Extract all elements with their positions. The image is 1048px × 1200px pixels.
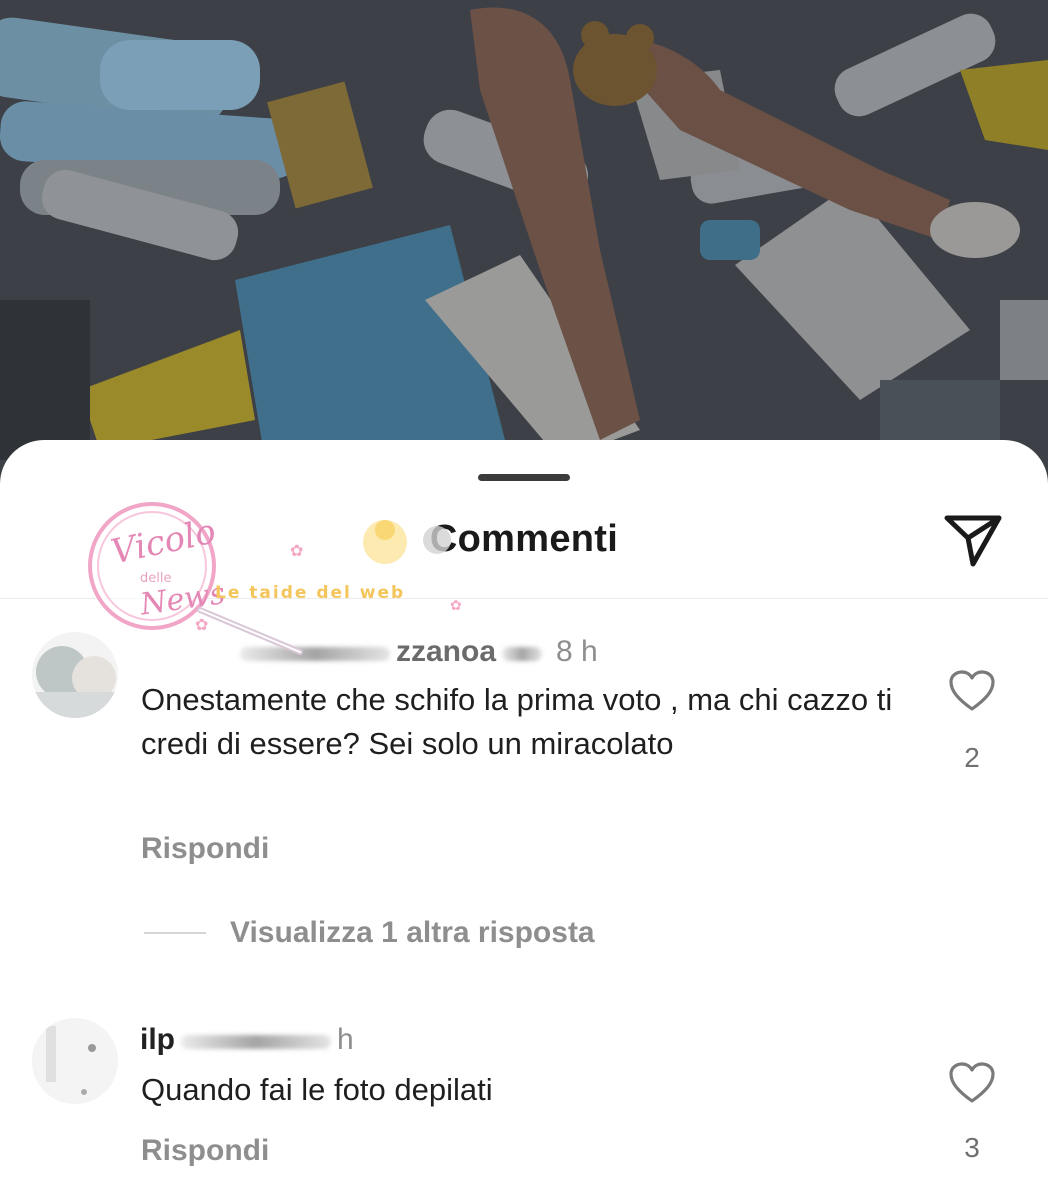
post-image	[0, 0, 1048, 500]
like-button[interactable]	[946, 1060, 998, 1106]
view-replies-button[interactable]: Visualizza 1 altra risposta	[144, 916, 595, 950]
like-count: 2	[964, 742, 980, 773]
like-button[interactable]	[946, 668, 998, 714]
comment-time: h	[337, 1023, 354, 1056]
username[interactable]: ilp	[140, 1023, 175, 1057]
heart-outline-icon	[949, 1062, 995, 1103]
username[interactable]: zzanoa	[396, 635, 496, 669]
comment-header: zzanoa 8 h	[140, 635, 598, 669]
comment-header: ilp h	[140, 1023, 354, 1057]
instagram-comments-screen: Commenti zzanoa 8 h Onestamente che schi…	[0, 0, 1048, 1200]
avatar[interactable]	[32, 632, 118, 718]
comment-text: Quando fai le foto depilati	[141, 1072, 493, 1107]
view-replies-line	[144, 932, 206, 934]
comments-sheet: Commenti zzanoa 8 h Onestamente che schi…	[0, 440, 1048, 1200]
paper-plane-icon	[944, 515, 1002, 567]
blurred-username	[240, 647, 390, 661]
blurred-username	[181, 1035, 331, 1049]
avatar[interactable]	[32, 1018, 118, 1104]
sheet-grabber-handle[interactable]	[478, 474, 570, 481]
reply-button[interactable]: Rispondi	[141, 832, 269, 866]
comment-text: Onestamente che schifo la prima voto , m…	[141, 682, 893, 761]
share-button[interactable]	[940, 510, 1006, 570]
header-divider	[0, 598, 1048, 599]
comment-time: 8 h	[556, 635, 598, 668]
sheet-title: Commenti	[429, 518, 619, 560]
heart-outline-icon	[949, 670, 995, 711]
view-replies-label: Visualizza 1 altra risposta	[230, 916, 595, 949]
reply-button[interactable]: Rispondi	[141, 1134, 269, 1168]
like-count: 3	[964, 1132, 980, 1163]
blurred-username-tail	[502, 647, 543, 661]
